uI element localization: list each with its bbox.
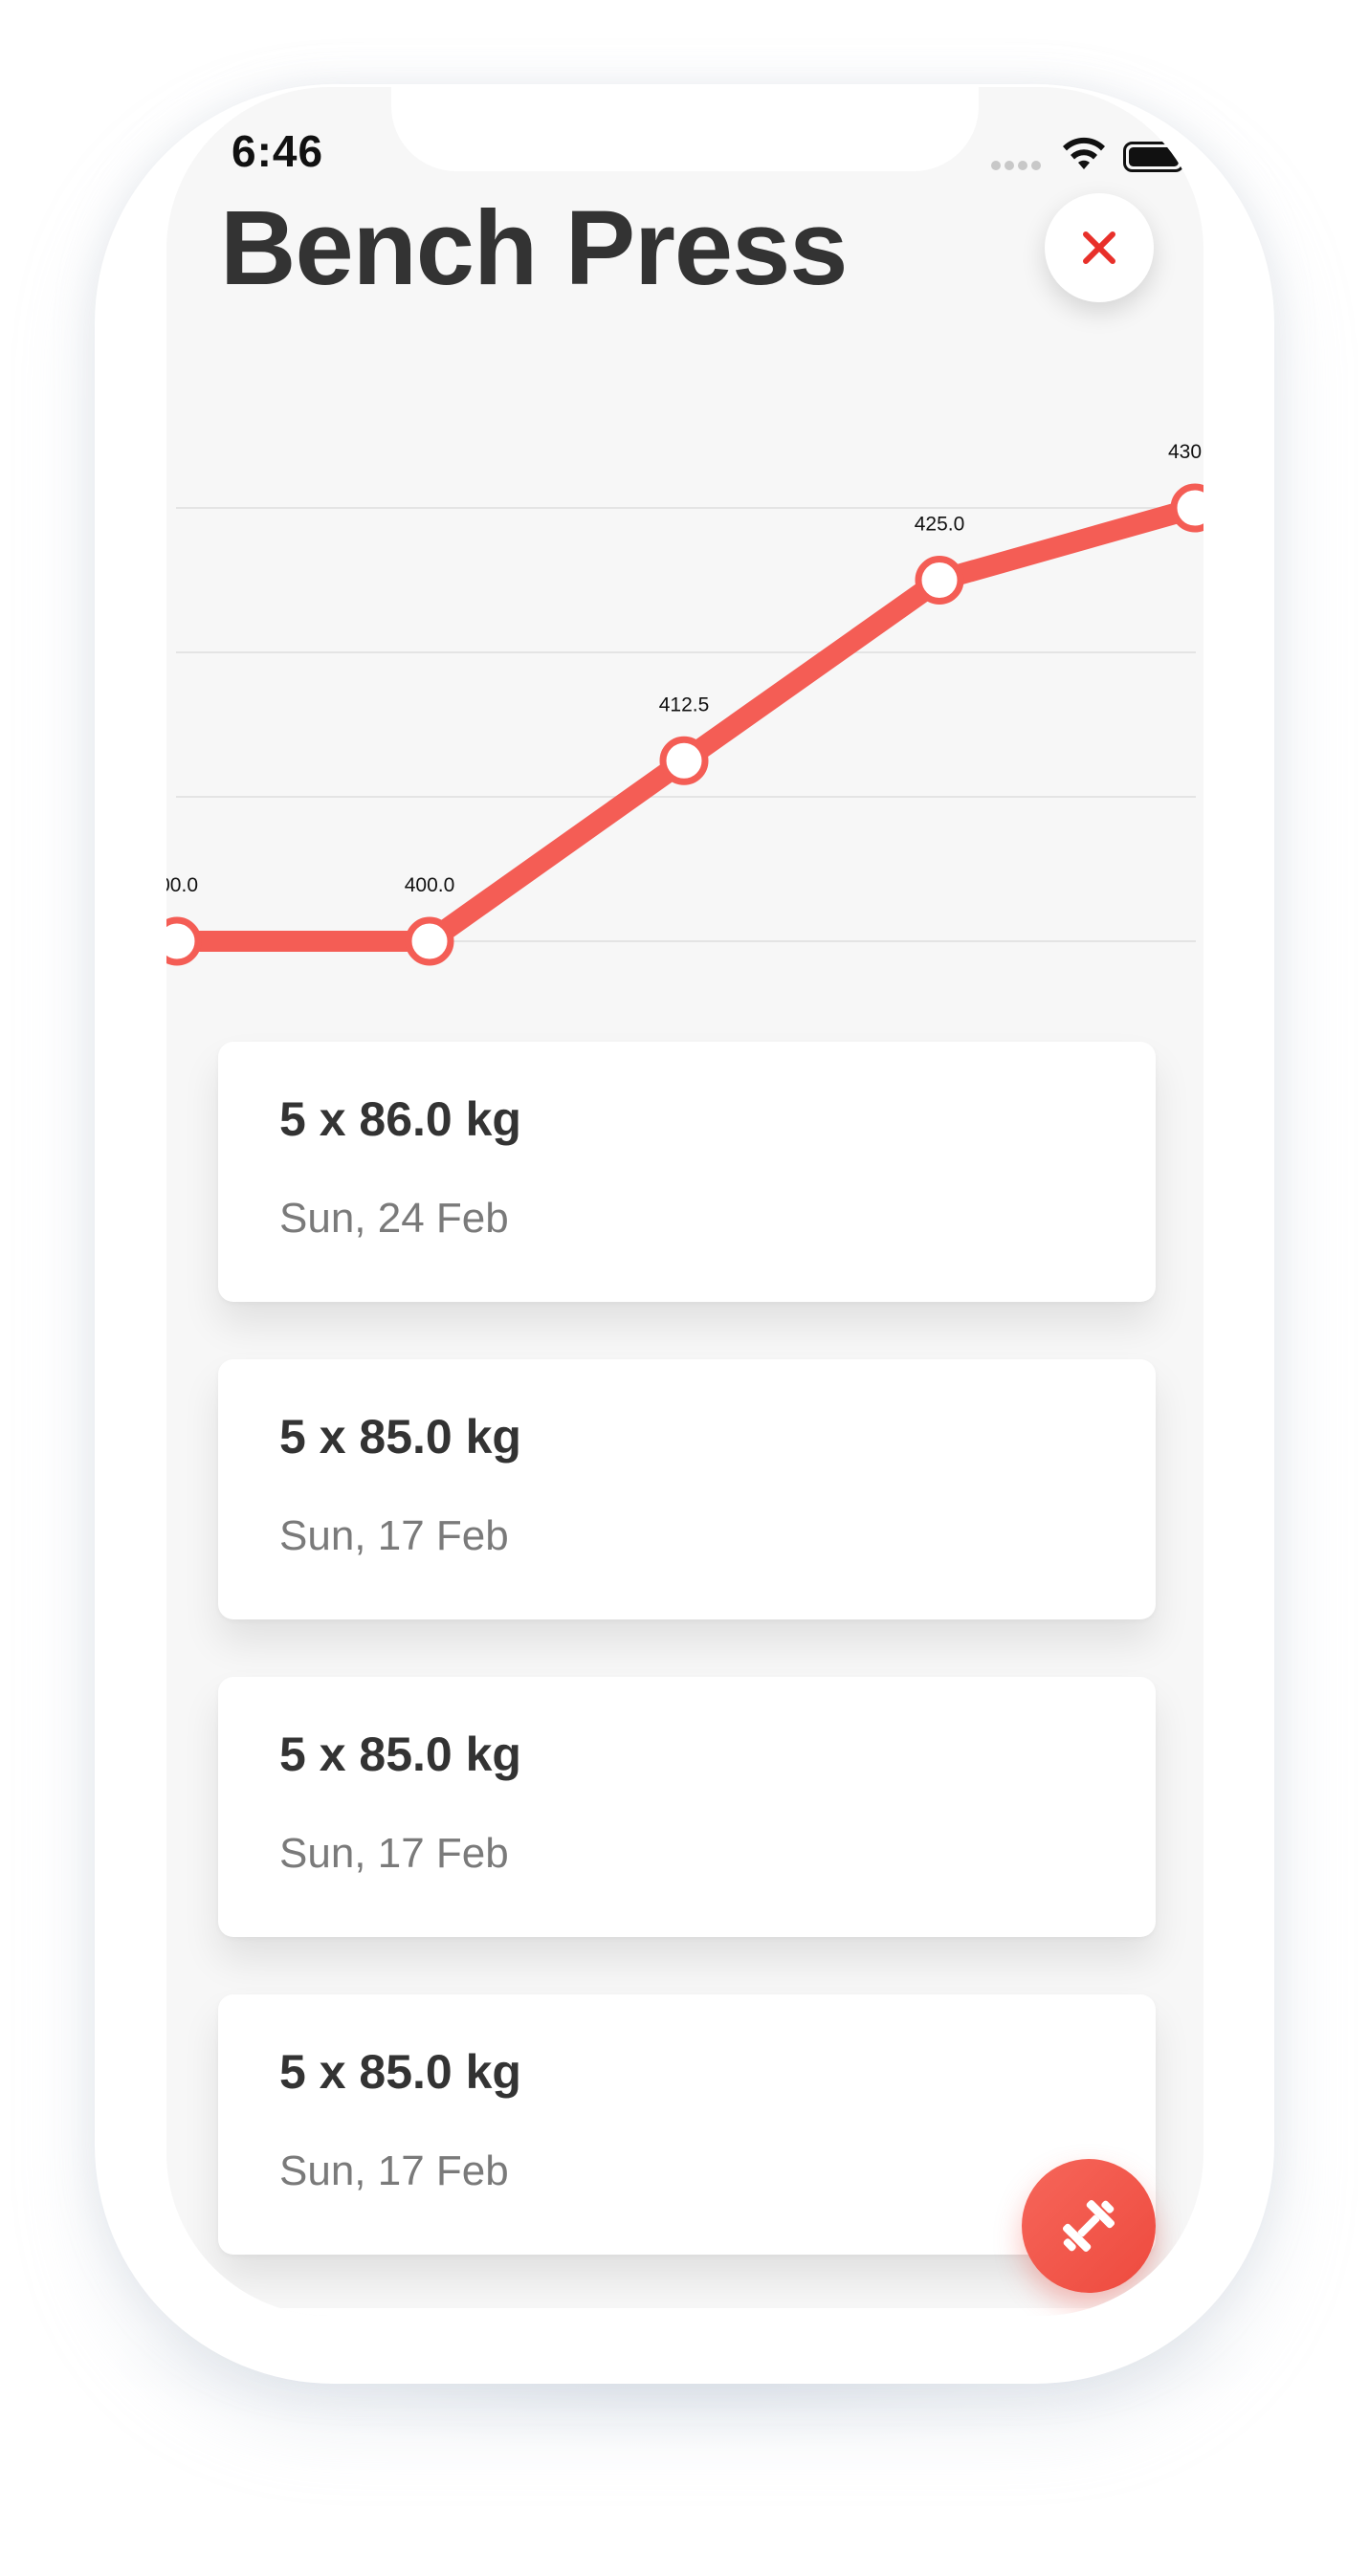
chart-point[interactable] bbox=[405, 916, 454, 966]
chart-data-label: 400.0 bbox=[405, 874, 455, 896]
dumbbell-icon bbox=[1062, 2199, 1115, 2253]
chart-data-label: 00.0 bbox=[166, 874, 198, 896]
set-weight: 5 x 85.0 kg bbox=[279, 1728, 521, 1781]
progress-chart: 00.0 400.0 412.5 425.0 430 bbox=[166, 441, 1203, 966]
set-date: Sun, 17 Feb bbox=[279, 2147, 509, 2194]
set-card[interactable]: 5 x 85.0 kg Sun, 17 Feb bbox=[218, 1359, 1156, 1619]
set-weight: 5 x 85.0 kg bbox=[279, 2045, 521, 2099]
chart-series-line bbox=[166, 497, 1203, 952]
chart-grid bbox=[176, 507, 1196, 942]
set-card[interactable] bbox=[218, 2308, 1156, 2316]
chart-data-label: 425.0 bbox=[915, 514, 965, 536]
chart-point[interactable] bbox=[659, 736, 709, 785]
set-card[interactable]: 5 x 86.0 kg Sun, 24 Feb bbox=[218, 1042, 1156, 1302]
app-screen: 6:46 Bench Press 00.0400.0412.5425.0430 … bbox=[166, 87, 1203, 2316]
set-weight: 5 x 85.0 kg bbox=[279, 1410, 521, 1464]
chart-point[interactable] bbox=[166, 916, 202, 966]
set-date: Sun, 24 Feb bbox=[279, 1195, 509, 1242]
set-date: Sun, 17 Feb bbox=[279, 1830, 509, 1877]
chart-data-label: 412.5 bbox=[659, 694, 710, 716]
set-weight: 5 x 86.0 kg bbox=[279, 1092, 521, 1146]
add-set-button[interactable] bbox=[1022, 2159, 1156, 2293]
chart-data-label: 430 bbox=[1168, 441, 1202, 463]
set-card[interactable]: 5 x 85.0 kg Sun, 17 Feb bbox=[218, 1994, 1156, 2255]
chart-labels: 00.0 400.0 412.5 425.0 430 bbox=[166, 441, 1202, 896]
set-date: Sun, 17 Feb bbox=[279, 1512, 509, 1559]
set-card[interactable]: 5 x 85.0 kg Sun, 17 Feb bbox=[218, 1677, 1156, 1937]
chart-point[interactable] bbox=[1170, 483, 1203, 533]
chart-line-layer bbox=[166, 497, 1203, 952]
chart-point[interactable] bbox=[915, 556, 964, 605]
